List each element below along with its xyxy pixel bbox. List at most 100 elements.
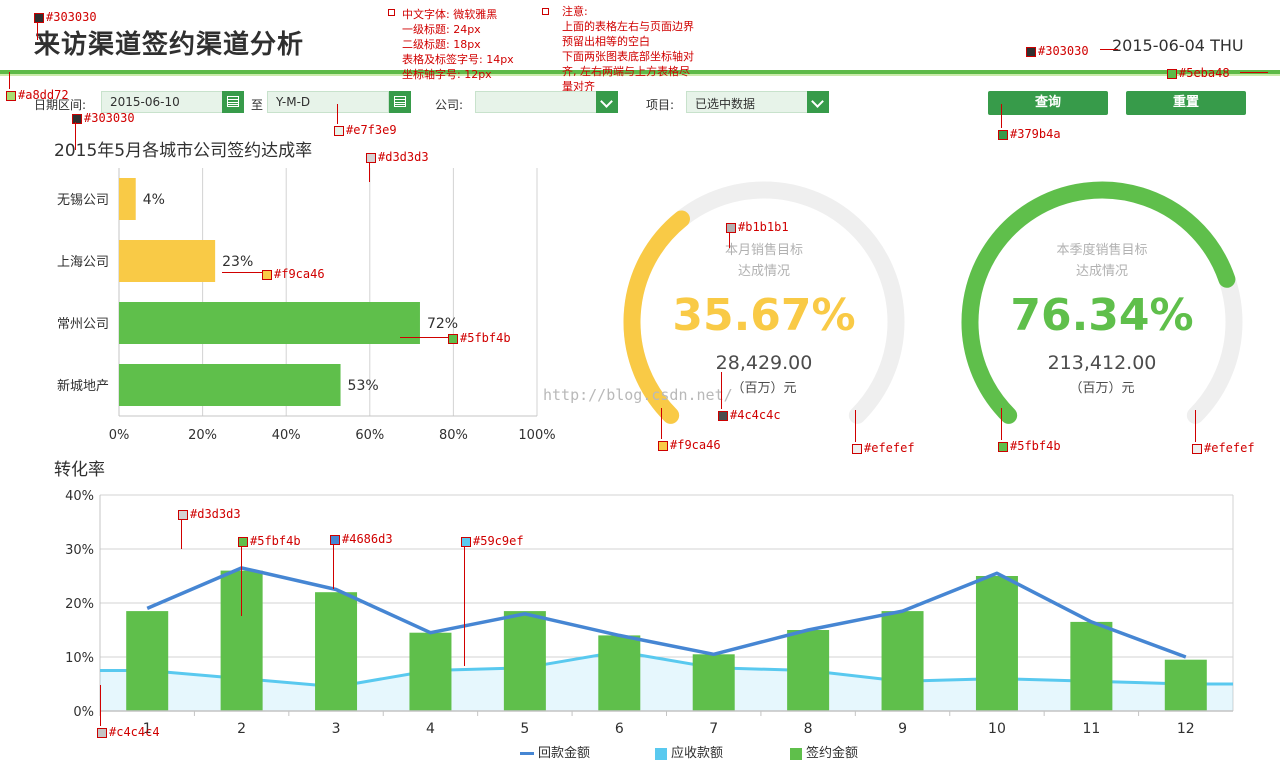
color-code-label: #efefef <box>864 441 915 455</box>
annotation-leader-line <box>1001 408 1002 440</box>
annotation-leader-line <box>721 372 722 409</box>
color-annotation: #4686d3 <box>330 533 393 546</box>
bar-signing <box>126 611 169 711</box>
color-code-label: #f9ca46 <box>670 438 721 452</box>
x-tick-label: 8 <box>804 721 813 737</box>
annotation-leader-line <box>333 544 334 589</box>
color-code-label: #e7f3e9 <box>346 123 397 137</box>
color-code-label: #4686d3 <box>342 532 393 546</box>
annotation-leader-line <box>400 337 448 338</box>
color-swatch <box>6 90 16 101</box>
color-code-label: #303030 <box>46 10 97 24</box>
color-swatch <box>852 443 862 454</box>
color-swatch <box>998 129 1008 140</box>
x-tick-label: 12 <box>1177 721 1195 737</box>
annotation-leader-line <box>1240 72 1268 73</box>
annotation-leader-line <box>337 104 338 124</box>
x-tick-label: 3 <box>332 721 341 737</box>
annotation-leader-line <box>464 546 465 666</box>
color-code-label: #d3d3d3 <box>378 150 429 164</box>
color-swatch <box>238 536 248 547</box>
color-annotation: #efefef <box>1192 442 1255 455</box>
bar-signing <box>1070 621 1113 711</box>
color-swatch <box>718 410 728 421</box>
bar-signing <box>881 611 924 711</box>
color-swatch <box>1167 68 1177 79</box>
annotation-leader-line <box>241 546 242 616</box>
color-code-label: #c4c4c4 <box>109 725 160 739</box>
color-code-label: #b1b1b1 <box>738 220 789 234</box>
color-code-label: #f9ca46 <box>274 267 325 281</box>
bar-signing <box>409 632 452 711</box>
color-swatch <box>726 222 736 233</box>
color-annotation: #d3d3d3 <box>366 151 429 164</box>
bar-signing <box>598 635 641 711</box>
color-annotation: #303030 <box>72 112 135 125</box>
color-swatch <box>448 333 458 344</box>
legend-item-signing[interactable]: 签约金额 <box>790 742 858 761</box>
bar-signing <box>1164 659 1207 711</box>
color-swatch <box>262 269 272 280</box>
x-tick-label: 4 <box>426 721 435 737</box>
annotation-leader-line <box>222 272 262 273</box>
color-annotation: #f9ca46 <box>658 439 721 452</box>
color-code-label: #379b4a <box>1010 127 1061 141</box>
color-annotation: #5fbf4b <box>448 332 511 345</box>
color-code-label: #59c9ef <box>473 534 524 548</box>
color-code-label: #efefef <box>1204 441 1255 455</box>
legend-item-receivable[interactable]: 应收款额 <box>655 742 723 761</box>
annotation-leader-line <box>729 232 730 248</box>
color-annotation: #4c4c4c <box>718 409 781 422</box>
color-swatch <box>1026 46 1036 57</box>
color-swatch <box>1192 443 1202 454</box>
color-swatch <box>658 440 668 451</box>
color-code-label: #303030 <box>1038 44 1089 58</box>
color-annotation: #f9ca46 <box>262 268 325 281</box>
color-annotation: #c4c4c4 <box>97 726 160 739</box>
color-annotation: #5eba48 <box>1167 67 1230 80</box>
legend-label: 应收款额 <box>671 746 724 761</box>
color-annotation: #303030 <box>1026 45 1089 58</box>
color-annotation: #efefef <box>852 442 915 455</box>
bar-signing <box>692 654 735 711</box>
legend-item-repayment[interactable]: 回款金额 <box>520 742 590 761</box>
color-annotation: #59c9ef <box>461 535 524 548</box>
bar-signing <box>975 576 1018 711</box>
x-tick-label: 5 <box>520 721 529 737</box>
legend-label: 签约金额 <box>806 746 859 761</box>
color-annotation: #a8dd72 <box>6 89 69 102</box>
x-tick-label: 9 <box>898 721 907 737</box>
y-tick-label: 10% <box>65 651 94 666</box>
color-annotation: #5fbf4b <box>998 440 1061 453</box>
color-swatch <box>461 536 471 547</box>
annotation-leader-line <box>100 685 101 726</box>
line-repayment <box>146 566 1187 659</box>
annotation-leader-line <box>181 519 182 549</box>
color-code-label: #4c4c4c <box>730 408 781 422</box>
x-tick-label: 7 <box>709 721 718 737</box>
bar-signing <box>315 592 358 711</box>
x-tick-label: 11 <box>1082 721 1100 737</box>
color-annotation: #5fbf4b <box>238 535 301 548</box>
color-code-label: #303030 <box>84 111 135 125</box>
color-code-label: #5fbf4b <box>250 534 301 548</box>
legend-line-swatch <box>520 752 534 755</box>
color-annotation: #b1b1b1 <box>726 221 789 234</box>
color-annotation: #d3d3d3 <box>178 508 241 521</box>
y-tick-label: 0% <box>73 705 94 720</box>
color-annotation: #379b4a <box>998 128 1061 141</box>
y-tick-label: 30% <box>65 543 94 558</box>
color-swatch <box>334 125 344 136</box>
color-annotation: #e7f3e9 <box>334 124 397 137</box>
color-swatch <box>366 152 376 163</box>
watermark: http://blog.csdn.net/ <box>543 386 733 404</box>
color-swatch <box>330 534 340 545</box>
color-code-label: #d3d3d3 <box>190 507 241 521</box>
x-tick-label: 6 <box>615 721 624 737</box>
annotation-leader-line <box>855 410 856 442</box>
color-code-label: #5eba48 <box>1179 66 1230 80</box>
x-tick-label: 10 <box>988 721 1006 737</box>
annotation-leader-line <box>37 22 38 40</box>
legend-box-swatch <box>790 747 802 760</box>
color-swatch <box>72 113 82 124</box>
